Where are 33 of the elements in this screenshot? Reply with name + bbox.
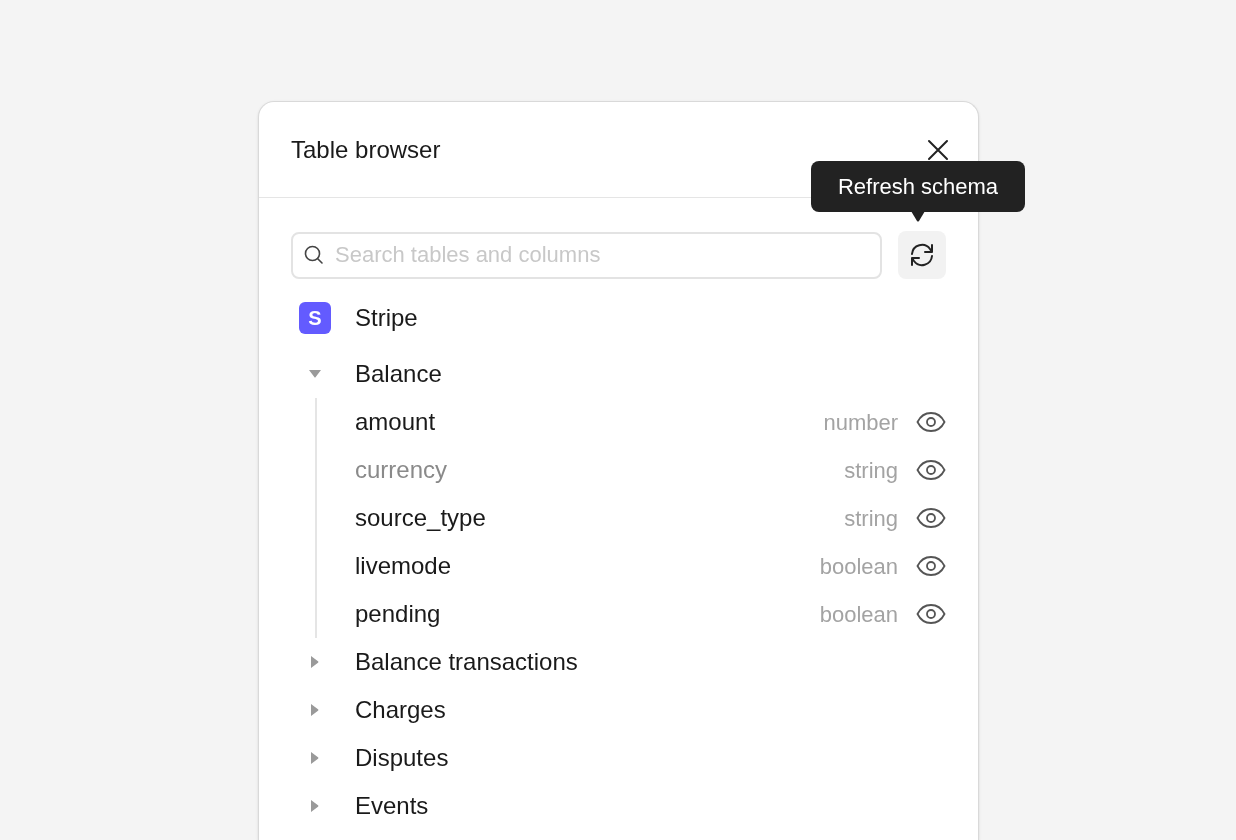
- column-name[interactable]: pending: [355, 596, 820, 632]
- table-name[interactable]: Disputes: [355, 740, 449, 776]
- source-name[interactable]: Stripe: [355, 300, 418, 336]
- table-name[interactable]: Balance transactions: [355, 644, 578, 680]
- table-name[interactable]: Balance: [355, 356, 442, 392]
- column-name[interactable]: source_type: [355, 500, 845, 536]
- search-icon: [304, 244, 324, 265]
- caret-right-icon[interactable]: [311, 799, 319, 813]
- eye-icon[interactable]: [916, 411, 946, 433]
- column-type: string: [844, 504, 898, 533]
- dialog-title: Table browser: [291, 134, 441, 165]
- stripe-logo-icon: S: [299, 302, 331, 334]
- eye-icon[interactable]: [916, 507, 946, 529]
- table-name[interactable]: Events: [355, 788, 429, 824]
- caret-right-icon[interactable]: [311, 655, 319, 669]
- column-type: string: [844, 456, 898, 485]
- caret-right-icon[interactable]: [311, 703, 319, 717]
- eye-icon[interactable]: [916, 603, 946, 625]
- column-type: boolean: [819, 600, 898, 629]
- caret-down-icon[interactable]: [308, 370, 322, 378]
- tooltip: Refresh schema: [811, 161, 1025, 212]
- column-name[interactable]: livemode: [355, 548, 820, 584]
- eye-icon[interactable]: [916, 459, 946, 481]
- column-type: number: [823, 408, 898, 437]
- refresh-icon: [908, 241, 936, 269]
- tooltip-arrow: [911, 211, 925, 222]
- caret-right-icon[interactable]: [311, 751, 319, 765]
- table-name[interactable]: Charges: [355, 692, 446, 728]
- eye-icon[interactable]: [916, 555, 946, 577]
- column-name[interactable]: amount: [355, 404, 824, 440]
- refresh-button[interactable]: [898, 231, 946, 279]
- close-icon: [927, 138, 949, 161]
- column-type: boolean: [819, 552, 898, 581]
